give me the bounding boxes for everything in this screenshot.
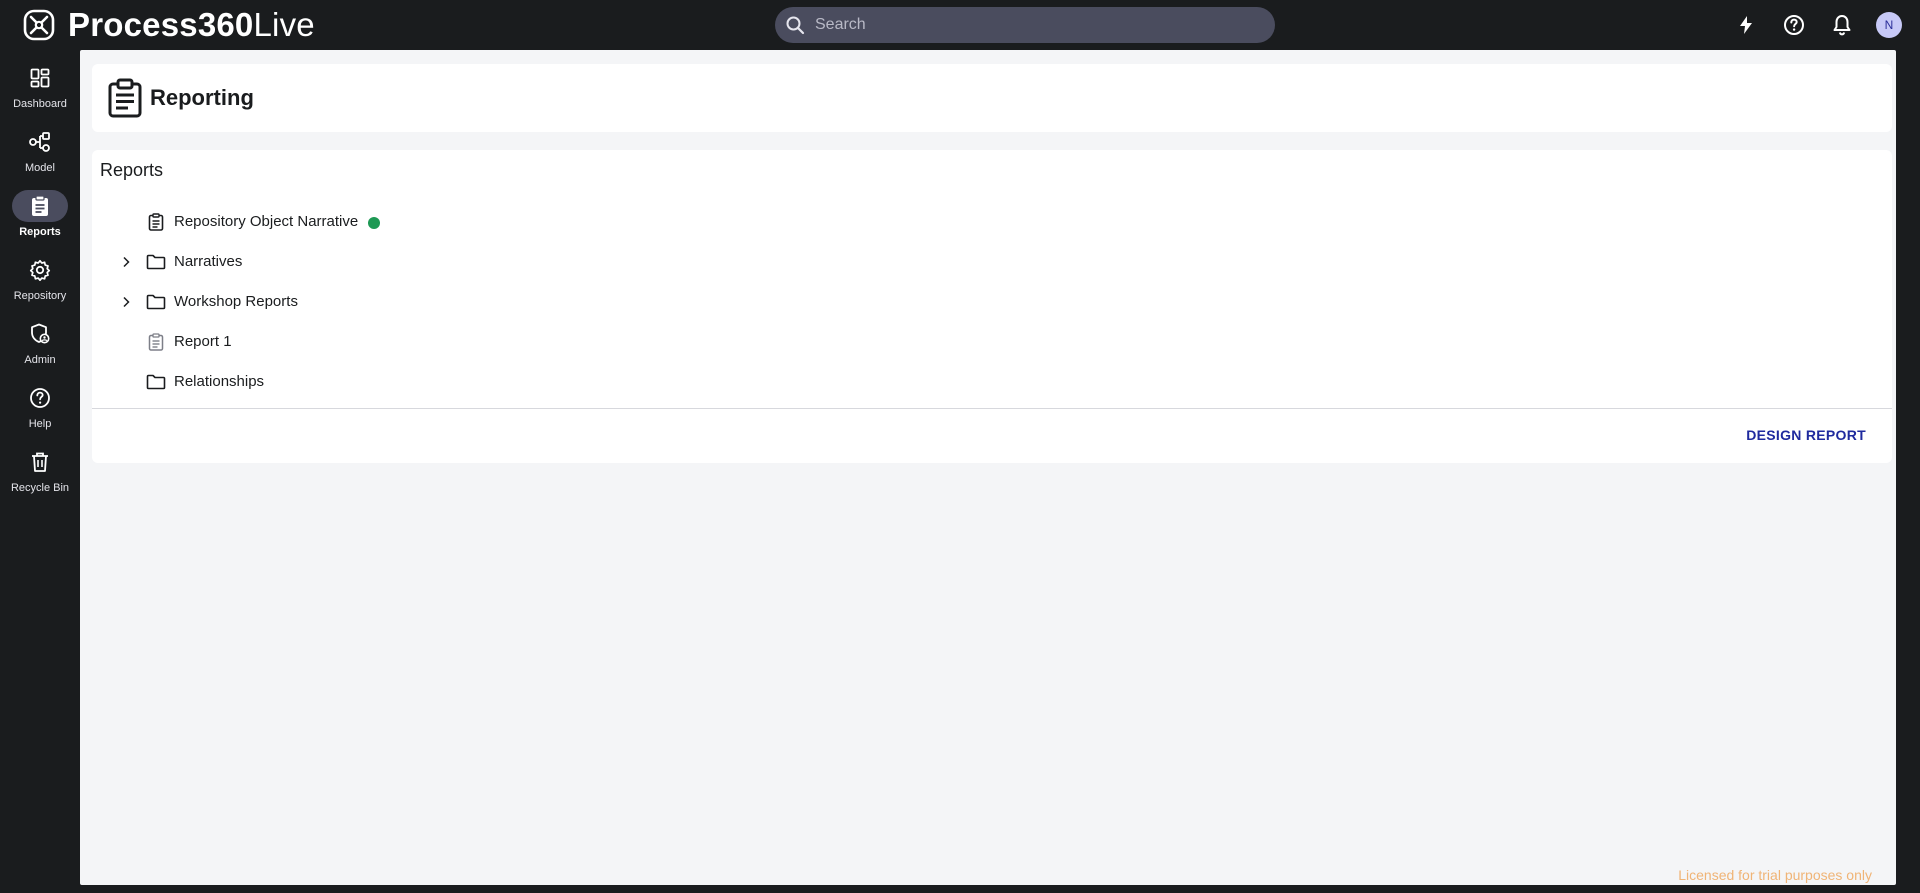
gear-icon [12,254,68,286]
tree-item-workshop-reports[interactable]: Workshop Reports [92,282,1892,322]
status-published-indicator [368,217,380,229]
sidebar-item-reports[interactable]: Reports [0,190,80,250]
folder-icon [146,252,166,272]
clipboard-icon [12,190,68,222]
bell-icon[interactable] [1828,11,1856,39]
section-title: Reports [100,160,164,180]
tree-item-repository-object-narrative[interactable]: Repository Object Narrative [92,202,1892,242]
sidebar-item-label: Help [28,418,52,430]
dashboard-icon [12,62,68,94]
license-notice: Licensed for trial purposes only [1678,867,1872,883]
folder-icon [146,292,166,312]
top-bar: Process360Live N [0,0,1920,50]
tree-item-label: Report 1 [174,333,232,350]
sidebar-item-label: Repository [13,290,67,302]
chevron-right-icon[interactable] [118,254,134,270]
admin-icon [12,318,68,350]
tree-item-label: Narratives [174,253,243,270]
folder-icon [146,372,166,392]
sidebar-item-label: Model [25,162,55,174]
sidebar-item-label: Dashboard [13,98,67,110]
sidebar-item-model[interactable]: Model [0,126,80,186]
app-name: Process360Live [68,6,315,43]
tree-item-label: Workshop Reports [174,293,298,310]
model-icon [12,126,68,158]
tree-item-label: Repository Object Narrative [174,213,359,230]
avatar[interactable]: N [1876,12,1902,38]
clipboard-icon [108,78,142,118]
reports-panel: Reports Repository Object Narrative Narr… [92,150,1892,463]
tree-item-label: Relationships [174,373,265,390]
chevron-right-icon[interactable] [118,294,134,310]
design-report-button[interactable]: DESIGN REPORT [1746,427,1866,443]
help-circle-icon[interactable] [1780,11,1808,39]
sidebar-item-admin[interactable]: Admin [0,318,80,378]
help-circle-icon [12,382,68,414]
page-header: Reporting [92,64,1892,132]
sidebar-item-repository[interactable]: Repository [0,254,80,314]
sidebar-item-help[interactable]: Help [0,382,80,442]
search-bar[interactable] [775,7,1275,43]
main-content: Reporting Reports Repository Object Narr… [80,50,1896,885]
page-title: Reporting [150,85,254,110]
search-icon [786,16,805,35]
report-icon [146,212,166,232]
sidebar-item-dashboard[interactable]: Dashboard [0,62,80,122]
trash-icon [12,446,68,478]
sidebar-item-recycle-bin[interactable]: Recycle Bin [0,446,80,506]
brand[interactable]: Process360Live [22,6,315,44]
sidebar-item-label: Reports [19,226,61,238]
sidebar-item-label: Recycle Bin [10,482,70,494]
process360-logo-icon [23,9,55,41]
top-actions: N [1732,0,1902,50]
sidebar: Dashboard Model Reports Repository Admin… [0,50,80,893]
tree-item-report-1[interactable]: Report 1 [92,322,1892,362]
search-input[interactable] [815,16,1235,34]
report-tree: Repository Object Narrative Narratives W… [92,202,1892,402]
tree-item-narratives[interactable]: Narratives [92,242,1892,282]
report-draft-icon [146,332,166,352]
sidebar-item-label: Admin [24,354,56,366]
bolt-icon[interactable] [1732,11,1760,39]
tree-item-relationships[interactable]: Relationships [92,362,1892,402]
divider [92,408,1892,409]
